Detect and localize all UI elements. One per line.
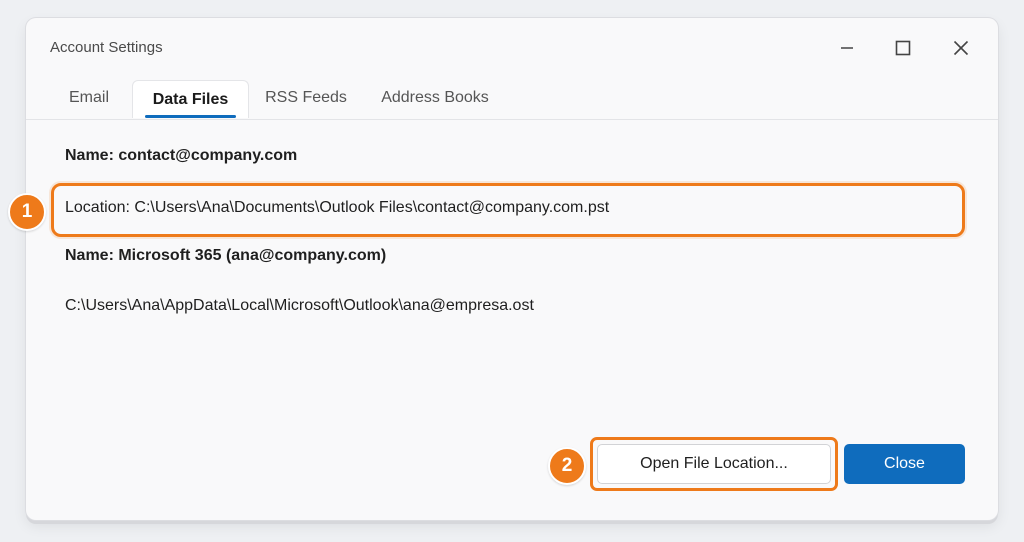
callout-badge-2: 2 (548, 447, 586, 485)
close-button[interactable]: Close (844, 444, 965, 484)
maximize-button[interactable] (883, 32, 923, 64)
tab-address-books[interactable]: Address Books (370, 80, 500, 116)
tab-email[interactable]: Email (54, 80, 124, 116)
data-file-location[interactable]: Location: C:\Users\Ana\Documents\Outlook… (65, 199, 609, 217)
minimize-icon (839, 40, 855, 56)
tab-bar: Email Data Files RSS Feeds Address Books (26, 80, 998, 120)
open-file-location-label: Open File Location... (640, 455, 788, 472)
tab-data-files[interactable]: Data Files (132, 80, 249, 118)
close-button-label: Close (884, 455, 925, 472)
tab-data-files-label: Data Files (152, 90, 229, 108)
window-title: Account Settings (50, 39, 163, 56)
data-file-name: Name: Microsoft 365 (ana@company.com) (65, 247, 387, 264)
maximize-icon (895, 40, 911, 56)
tab-rss-feeds[interactable]: RSS Feeds (256, 80, 356, 116)
open-file-location-button[interactable]: Open File Location... (597, 444, 831, 484)
account-settings-dialog: Account Settings Email Data Files RSS Fe… (26, 18, 998, 520)
callout-badge-1: 1 (8, 193, 46, 231)
close-window-button[interactable] (941, 32, 981, 64)
tab-address-books-label: Address Books (381, 89, 489, 106)
tab-rss-feeds-label: RSS Feeds (265, 89, 347, 106)
minimize-button[interactable] (827, 32, 867, 64)
active-tab-indicator (145, 115, 236, 118)
data-file-location[interactable]: C:\Users\Ana\AppData\Local\Microsoft\Out… (65, 297, 534, 315)
title-bar: Account Settings (26, 18, 998, 78)
data-file-name: Name: contact@company.com (65, 147, 298, 164)
close-icon (953, 40, 969, 56)
tab-email-label: Email (68, 89, 109, 106)
